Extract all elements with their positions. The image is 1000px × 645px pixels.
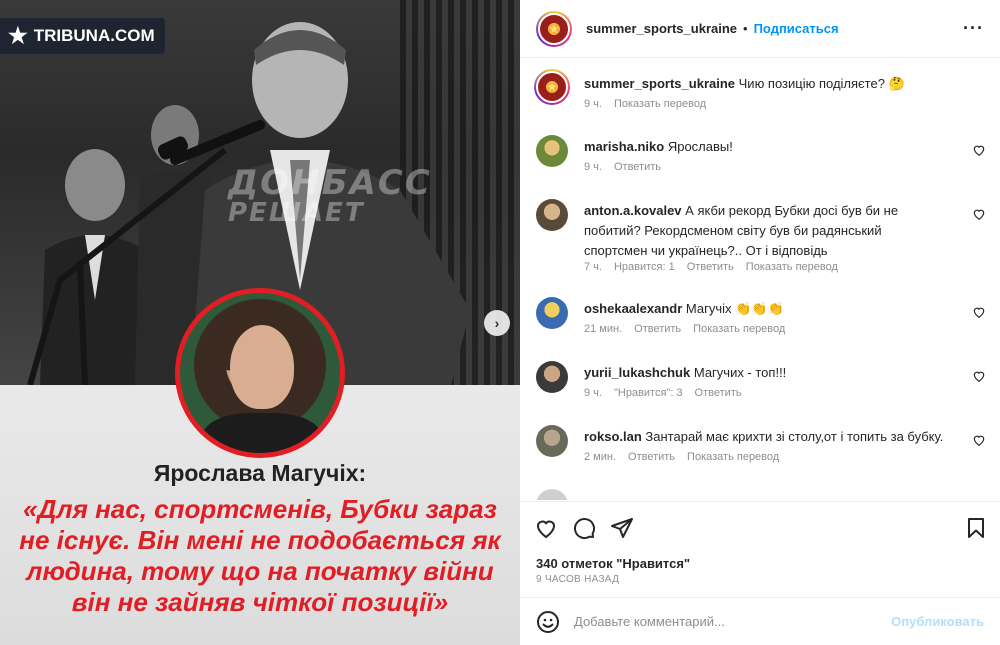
reply-link[interactable]: Ответить [634, 323, 681, 335]
comment-time: 2 мин. [584, 451, 617, 463]
comment-time: 9 ч. [584, 161, 602, 173]
action-icons [534, 514, 988, 542]
avatar[interactable] [536, 489, 568, 500]
portrait-photo [175, 288, 345, 458]
translate-link[interactable]: Показать перевод [614, 98, 706, 110]
heart-icon[interactable] [972, 305, 986, 319]
reply-link[interactable]: Ответить [687, 261, 734, 273]
comment-meta: 9 ч. Ответить [584, 161, 661, 173]
post-media: ДОНБАСС РЕШАЕТ ★ TRIBUNA.COM › Ярослава … [0, 0, 520, 645]
translate-link[interactable]: Показать перевод [693, 323, 785, 335]
comment-text: rokso.lan Зантарай має крихти зі столу,о… [584, 427, 944, 447]
heart-icon[interactable] [972, 433, 986, 447]
heart-icon[interactable] [972, 369, 986, 383]
comment-meta: 9 ч. "Нравится": 3 Ответить [584, 387, 742, 399]
comment-text: anton.a.kovalev А якби рекорд Бубки досі… [584, 201, 944, 261]
chevron-right-icon[interactable]: › [484, 310, 510, 336]
comment-body: Магучих - топ!!! [693, 365, 787, 380]
follow-button[interactable]: Подписаться [754, 21, 839, 36]
avatar[interactable] [536, 425, 568, 457]
logo-text: TRIBUNA.COM [33, 26, 155, 45]
portrait-body [202, 413, 322, 453]
avatar-image: ★ [538, 12, 570, 45]
comment-time: 7 ч. [584, 261, 602, 273]
emoji-icon[interactable] [536, 610, 560, 634]
reply-link[interactable]: Ответить [614, 161, 661, 173]
caption-meta: 9 ч. Показать перевод [584, 98, 706, 110]
avatar[interactable] [536, 199, 568, 231]
comment-time: 21 мин. [584, 323, 623, 335]
comment-text: marisha.niko Ярославы! [584, 137, 944, 157]
avatar-image: ★ [536, 71, 568, 103]
comment-username[interactable]: rokso.lan [584, 429, 642, 444]
post-sidebar: ★ summer_sports_ukraine • Подписаться ··… [520, 0, 1000, 645]
translate-link[interactable]: Показать перевод [746, 261, 838, 273]
add-comment-bar: Опубликовать [520, 597, 1000, 645]
more-options-icon[interactable]: ··· [963, 18, 984, 39]
comment-username[interactable]: marisha.niko [584, 139, 664, 154]
comment-icon[interactable] [572, 516, 596, 540]
comment-username[interactable]: oshekaalexandr [584, 301, 682, 316]
comment-text: yurii_lukashchuk Магучих - топ!!! [584, 363, 944, 383]
likes-count[interactable]: 340 отметок "Нравится" [536, 556, 690, 571]
tribuna-logo: ★ TRIBUNA.COM [0, 18, 165, 54]
comment-body: Ярославы! [667, 139, 733, 154]
post-timestamp[interactable]: 9 ЧАСОВ НАЗАД [536, 574, 619, 585]
photo-watermark: ДОНБАСС РЕШАЕТ [228, 163, 432, 228]
comment-body: Магучіх 👏👏👏 [685, 301, 784, 316]
caption-username[interactable]: summer_sports_ukraine [584, 76, 735, 91]
comment-input[interactable] [574, 614, 892, 629]
portrait-face [230, 325, 294, 409]
comment-text: oshekaalexandr Магучіх 👏👏👏 [584, 299, 944, 319]
comment-username[interactable]: anton.a.kovalev [584, 203, 682, 218]
comment-time: 9 ч. [584, 387, 602, 399]
bookmark-icon[interactable] [964, 516, 988, 540]
avatar[interactable] [536, 135, 568, 167]
caption-body: Чию позицію поділяєте? 🤔 [738, 76, 905, 91]
avatar[interactable]: ★ [534, 69, 570, 105]
watermark-line-1: ДОНБАСС [228, 163, 432, 203]
avatar[interactable] [536, 361, 568, 393]
post-actions: 340 отметок "Нравится" 9 ЧАСОВ НАЗАД [520, 501, 1000, 597]
reply-link[interactable]: Ответить [628, 451, 675, 463]
comments-list[interactable]: ★ summer_sports_ukraine Чию позицію поді… [520, 59, 1000, 500]
quote-author: Ярослава Магучіх: [153, 460, 367, 486]
like-count[interactable]: "Нравится": 3 [614, 387, 683, 399]
avatar[interactable] [536, 297, 568, 329]
share-icon[interactable] [610, 516, 634, 540]
heart-icon[interactable] [972, 143, 986, 157]
header-username[interactable]: summer_sports_ukraine [586, 21, 737, 36]
avatar[interactable]: ★ [536, 10, 572, 47]
comment-body: Зантарай має крихти зі столу,от і топить… [645, 429, 944, 444]
post-comment-button[interactable]: Опубликовать [891, 614, 984, 629]
comment-username[interactable]: yurii_lukashchuk [584, 365, 690, 380]
post-header: ★ summer_sports_ukraine • Подписаться ··… [520, 0, 1000, 58]
like-count[interactable]: Нравится: 1 [614, 261, 675, 273]
comment-meta: 21 мин. Ответить Показать перевод [584, 323, 785, 335]
heart-icon[interactable] [972, 207, 986, 221]
quote-text: «Для нас, спортсменів, Бубки зараз не іс… [19, 494, 501, 617]
caption-time: 9 ч. [584, 98, 602, 110]
heart-icon[interactable] [534, 516, 558, 540]
star-icon: ★ [8, 23, 28, 48]
reply-link[interactable]: Ответить [695, 387, 742, 399]
caption-text: summer_sports_ukraine Чию позицію поділя… [584, 74, 944, 94]
translate-link[interactable]: Показать перевод [687, 451, 779, 463]
comment-meta: 2 мин. Ответить Показать перевод [584, 451, 779, 463]
separator-dot: • [743, 21, 748, 36]
comment-meta: 7 ч. Нравится: 1 Ответить Показать перев… [584, 261, 838, 273]
